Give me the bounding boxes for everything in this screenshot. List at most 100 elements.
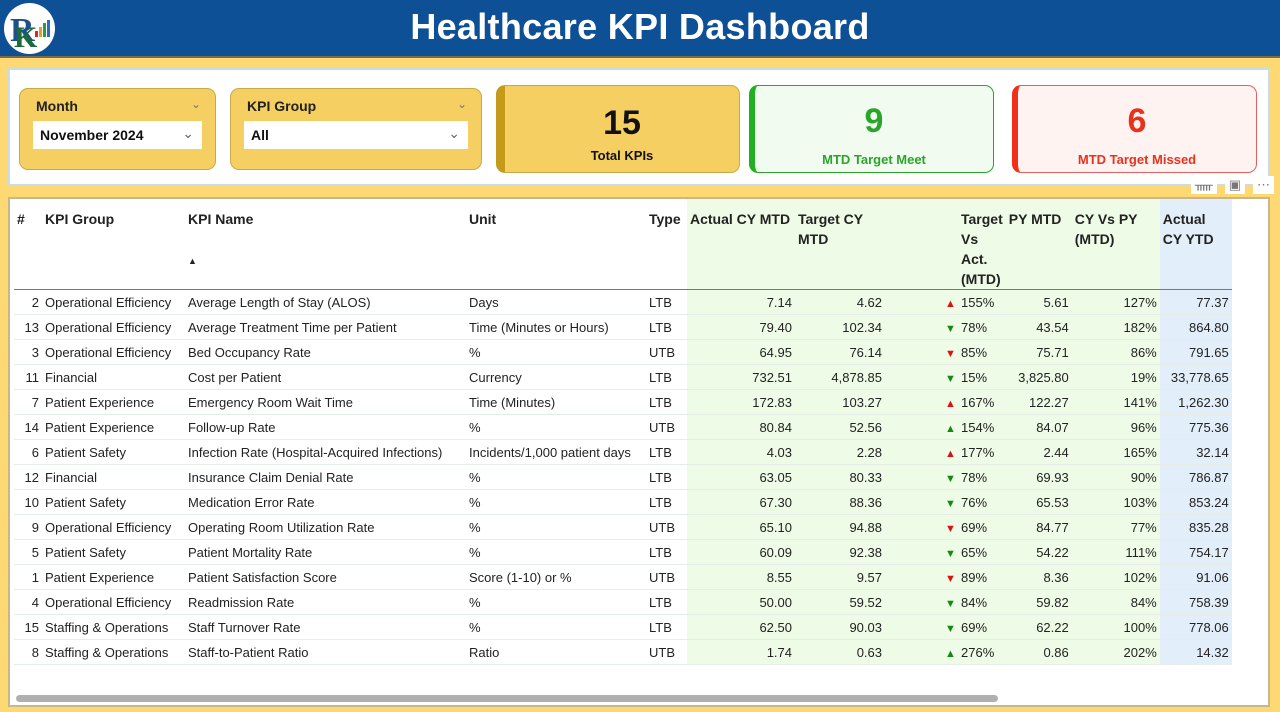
target-vs-act-value: 84% (961, 594, 988, 610)
kpi-group-slicer-label: KPI Group (247, 98, 317, 114)
unit-cell: % (466, 489, 646, 515)
target-vs-act-value: 69% (961, 519, 988, 535)
type-cell: LTB (646, 439, 687, 465)
horizontal-scrollbar[interactable] (16, 695, 998, 702)
type-cell: UTB (646, 564, 687, 590)
col-header-actual-cy-mtd[interactable]: Actual CY MTD (687, 199, 795, 290)
target-vs-act-cell: ▼ 76% (885, 489, 1006, 515)
header-bar: R K Healthcare KPI Dashboard (0, 0, 1280, 58)
unit-cell: % (466, 339, 646, 365)
triangle-up-red-icon: ▲ (945, 297, 956, 310)
month-dropdown[interactable]: November 2024 ⌄ (33, 121, 202, 149)
py-mtd-cell: 122.27 (1005, 389, 1072, 415)
actual-cy-mtd-cell: 172.83 (687, 389, 795, 415)
unit-cell: % (466, 414, 646, 440)
month-slicer[interactable]: Month ⌄ November 2024 ⌄ (19, 88, 216, 170)
table-row[interactable]: 9 Operational Efficiency Operating Room Ut… (14, 514, 1232, 540)
target-vs-act-value: 276% (961, 644, 995, 660)
target-vs-act-cell: ▼ 84% (885, 589, 1006, 615)
row-number: 14 (14, 414, 42, 440)
unit-cell: % (466, 539, 646, 565)
target-cy-mtd-cell: 52.56 (795, 414, 885, 440)
target-vs-act-value: 177% (961, 444, 995, 460)
sort-ascending-icon[interactable]: ▲ (188, 251, 463, 271)
table-row[interactable]: 4 Operational Efficiency Readmission Rate%… (14, 589, 1232, 615)
chevron-down-icon[interactable]: ⌄ (448, 125, 460, 142)
kpi-group-cell: Operational Efficiency (42, 589, 185, 615)
kpi-group-slicer[interactable]: KPI Group ⌄ All ⌄ (230, 88, 482, 170)
col-header-cy-vs-py[interactable]: CY Vs PY (MTD) (1071, 199, 1160, 290)
visual-header-toolbar: ᚅ ▣ ⋯ (1174, 176, 1274, 194)
py-mtd-cell: 0.86 (1005, 639, 1072, 665)
actual-cy-ytd-cell: 33,778.65 (1159, 364, 1232, 390)
table-row[interactable]: 3 Operational Efficiency Bed Occupancy Rat… (14, 339, 1232, 365)
table-body: 2 Operational Efficiency Average Length of… (14, 289, 1232, 665)
chevron-down-icon[interactable]: ⌄ (457, 97, 467, 111)
table-row[interactable]: 5 Patient Safety Patient Mortality Rate% LT… (14, 539, 1232, 565)
cy-vs-py-cell: 86% (1071, 339, 1160, 365)
target-vs-act-value: 154% (961, 419, 995, 435)
table-row[interactable]: 2 Operational Efficiency Average Length of… (14, 289, 1232, 315)
col-header-type[interactable]: Type (646, 199, 687, 290)
py-mtd-cell: 59.82 (1005, 589, 1072, 615)
table-row[interactable]: 14 Patient Experience Follow-up Rate% UTB 80… (14, 414, 1232, 440)
col-header-kpi-name[interactable]: KPI Name ▲ (185, 199, 466, 290)
more-options-icon[interactable]: ⋯ (1253, 176, 1274, 194)
table-row[interactable]: 7 Patient Experience Emergency Room Wait T… (14, 389, 1232, 415)
py-mtd-cell: 65.53 (1005, 489, 1072, 515)
unit-cell: Days (466, 289, 646, 315)
table-row[interactable]: 1 Patient Experience Patient Satisfaction … (14, 564, 1232, 590)
kpi-name-cell: Patient Mortality Rate (185, 539, 466, 565)
unit-cell: Currency (466, 364, 646, 390)
type-cell: UTB (646, 639, 687, 665)
target-cy-mtd-cell: 9.57 (795, 564, 885, 590)
table-row[interactable]: 10 Patient Safety Medication Error Rate% LT… (14, 489, 1232, 515)
mtd-target-missed-value: 6 (1127, 102, 1147, 140)
actual-cy-mtd-cell: 732.51 (687, 364, 795, 390)
triangle-up-green-icon: ▲ (945, 647, 956, 660)
cy-vs-py-cell: 96% (1071, 414, 1160, 440)
triangle-up-red-icon: ▲ (945, 397, 956, 410)
row-number: 13 (14, 314, 42, 340)
actual-cy-mtd-cell: 63.05 (687, 464, 795, 490)
cy-vs-py-cell: 111% (1071, 539, 1160, 565)
table-row[interactable]: 13 Operational Efficiency Average Treatmen… (14, 314, 1232, 340)
triangle-down-green-icon: ▼ (945, 472, 956, 485)
target-vs-act-value: 89% (961, 569, 988, 585)
row-number: 4 (14, 589, 42, 615)
table-header-row: # KPI Group KPI Name ▲ Unit Type Actual … (14, 199, 1232, 290)
focus-mode-icon[interactable]: ▣ (1224, 176, 1245, 194)
kpi-group-dropdown[interactable]: All ⌄ (244, 121, 468, 149)
actual-cy-mtd-cell: 65.10 (687, 514, 795, 540)
target-cy-mtd-cell: 102.34 (795, 314, 885, 340)
col-header-py-mtd[interactable]: PY MTD (1005, 199, 1072, 290)
target-cy-mtd-cell: 59.52 (795, 589, 885, 615)
col-header-target-vs-act[interactable]: Target Vs Act. (MTD) (885, 199, 1006, 290)
kpi-group-cell: Operational Efficiency (42, 314, 185, 340)
target-cy-mtd-cell: 80.33 (795, 464, 885, 490)
actual-cy-ytd-cell: 758.39 (1159, 589, 1232, 615)
actual-cy-mtd-cell: 7.14 (687, 289, 795, 315)
actual-cy-ytd-cell: 853.24 (1159, 489, 1232, 515)
table-row[interactable]: 11 Financial Cost per Patient Currency LTB 73… (14, 364, 1232, 390)
py-mtd-cell: 2.44 (1005, 439, 1072, 465)
chevron-down-icon[interactable]: ⌄ (182, 125, 194, 142)
table-row[interactable]: 15 Staffing & Operations Staff Turnover Ra… (14, 614, 1232, 640)
target-cy-mtd-cell: 0.63 (795, 639, 885, 665)
chevron-down-icon[interactable]: ⌄ (191, 97, 201, 111)
unit-cell: % (466, 464, 646, 490)
col-header-target-cy-mtd[interactable]: Target CY MTD (795, 199, 885, 290)
table-row[interactable]: 12 Financial Insurance Claim Denial Rate% L… (14, 464, 1232, 490)
target-vs-act-value: 65% (961, 544, 988, 560)
col-header-number[interactable]: # (14, 199, 42, 290)
actual-cy-mtd-cell: 79.40 (687, 314, 795, 340)
table-row[interactable]: 8 Staffing & Operations Staff-to-Patient R… (14, 639, 1232, 665)
col-header-actual-cy-ytd[interactable]: Actual CY YTD (1159, 199, 1232, 290)
row-number: 15 (14, 614, 42, 640)
actual-cy-ytd-cell: 775.36 (1159, 414, 1232, 440)
filter-icon[interactable]: ᚅ (1190, 176, 1217, 194)
col-header-kpi-group[interactable]: KPI Group (42, 199, 185, 290)
mtd-target-missed-label: MTD Target Missed (1077, 152, 1197, 167)
col-header-unit[interactable]: Unit (466, 199, 646, 290)
table-row[interactable]: 6 Patient Safety Infection Rate (Hospital-… (14, 439, 1232, 465)
